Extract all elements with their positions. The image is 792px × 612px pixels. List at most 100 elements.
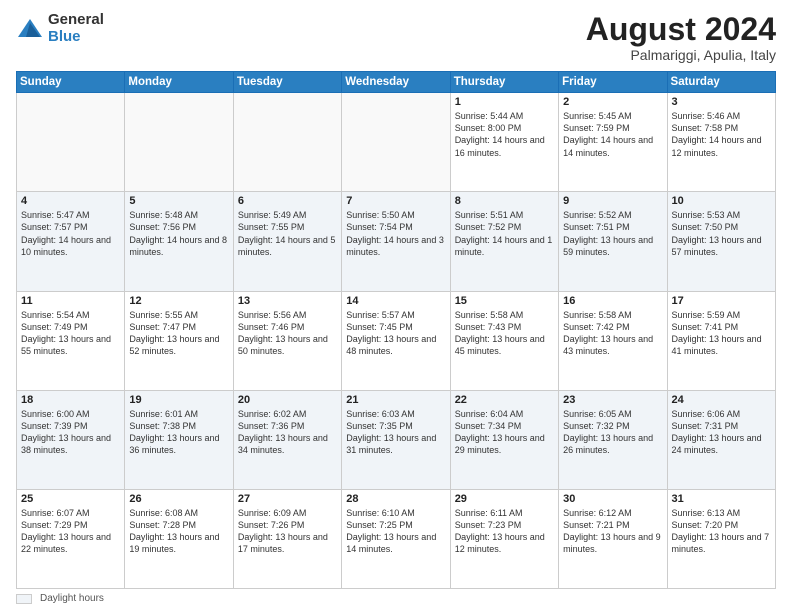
day-number: 25 xyxy=(21,493,120,505)
day-number: 11 xyxy=(21,295,120,307)
col-wednesday: Wednesday xyxy=(342,72,450,93)
day-info: Sunrise: 6:07 AM Sunset: 7:29 PM Dayligh… xyxy=(21,507,120,556)
day-info: Sunrise: 5:46 AM Sunset: 7:58 PM Dayligh… xyxy=(672,110,771,159)
day-number: 19 xyxy=(129,394,228,406)
day-info: Sunrise: 6:02 AM Sunset: 7:36 PM Dayligh… xyxy=(238,408,337,457)
table-row: 16 Sunrise: 5:58 AM Sunset: 7:42 PM Dayli… xyxy=(559,291,667,390)
table-row: 1 Sunrise: 5:44 AM Sunset: 8:00 PM Daylig… xyxy=(450,93,558,192)
day-info: Sunrise: 5:56 AM Sunset: 7:46 PM Dayligh… xyxy=(238,309,337,358)
header: General Blue August 2024 Palmariggi, Apu… xyxy=(16,12,776,63)
table-row: 13 Sunrise: 5:56 AM Sunset: 7:46 PM Dayli… xyxy=(233,291,341,390)
day-info: Sunrise: 5:44 AM Sunset: 8:00 PM Dayligh… xyxy=(455,110,554,159)
day-info: Sunrise: 5:47 AM Sunset: 7:57 PM Dayligh… xyxy=(21,209,120,258)
day-number: 4 xyxy=(21,195,120,207)
day-info: Sunrise: 5:53 AM Sunset: 7:50 PM Dayligh… xyxy=(672,209,771,258)
day-info: Sunrise: 5:51 AM Sunset: 7:52 PM Dayligh… xyxy=(455,209,554,258)
col-sunday: Sunday xyxy=(17,72,125,93)
day-info: Sunrise: 6:05 AM Sunset: 7:32 PM Dayligh… xyxy=(563,408,662,457)
table-row: 18 Sunrise: 6:00 AM Sunset: 7:39 PM Dayli… xyxy=(17,390,125,489)
title-block: August 2024 Palmariggi, Apulia, Italy xyxy=(586,12,776,63)
col-saturday: Saturday xyxy=(667,72,775,93)
day-info: Sunrise: 5:55 AM Sunset: 7:47 PM Dayligh… xyxy=(129,309,228,358)
day-number: 10 xyxy=(672,195,771,207)
table-row: 14Sunrise: 5:57 AM Sunset: 7:45 PM Dayli… xyxy=(342,291,450,390)
day-info: Sunrise: 6:11 AM Sunset: 7:23 PM Dayligh… xyxy=(455,507,554,556)
day-number: 12 xyxy=(129,295,228,307)
day-number: 15 xyxy=(455,295,554,307)
table-row: 26 Sunrise: 6:08 AM Sunset: 7:28 PM Dayli… xyxy=(125,489,233,588)
day-info: Sunrise: 5:58 AM Sunset: 7:42 PM Dayligh… xyxy=(563,309,662,358)
day-info: Sunrise: 6:06 AM Sunset: 7:31 PM Dayligh… xyxy=(672,408,771,457)
day-number: 1 xyxy=(455,96,554,108)
table-row xyxy=(233,93,341,192)
table-row: 6Sunrise: 5:49 AM Sunset: 7:55 PM Daylig… xyxy=(233,192,341,291)
table-row: 22 Sunrise: 6:04 AM Sunset: 7:34 PM Dayli… xyxy=(450,390,558,489)
logo-text: General Blue xyxy=(48,12,104,45)
table-row: 12 Sunrise: 5:55 AM Sunset: 7:47 PM Dayli… xyxy=(125,291,233,390)
calendar-week-4: 18 Sunrise: 6:00 AM Sunset: 7:39 PM Dayli… xyxy=(17,390,776,489)
table-row: 24 Sunrise: 6:06 AM Sunset: 7:31 PM Dayli… xyxy=(667,390,775,489)
table-row: 2 Sunrise: 5:45 AM Sunset: 7:59 PM Daylig… xyxy=(559,93,667,192)
col-monday: Monday xyxy=(125,72,233,93)
day-number: 31 xyxy=(672,493,771,505)
day-number: 8 xyxy=(455,195,554,207)
col-tuesday: Tuesday xyxy=(233,72,341,93)
day-number: 13 xyxy=(238,295,337,307)
table-row: 25 Sunrise: 6:07 AM Sunset: 7:29 PM Dayli… xyxy=(17,489,125,588)
generalblue-icon xyxy=(16,15,44,43)
day-info: Sunrise: 5:45 AM Sunset: 7:59 PM Dayligh… xyxy=(563,110,662,159)
table-row xyxy=(17,93,125,192)
calendar-week-1: 1 Sunrise: 5:44 AM Sunset: 8:00 PM Daylig… xyxy=(17,93,776,192)
day-number: 16 xyxy=(563,295,662,307)
day-info: Sunrise: 5:48 AM Sunset: 7:56 PM Dayligh… xyxy=(129,209,228,258)
day-info: Sunrise: 6:04 AM Sunset: 7:34 PM Dayligh… xyxy=(455,408,554,457)
day-number: 22 xyxy=(455,394,554,406)
table-row: 17Sunrise: 5:59 AM Sunset: 7:41 PM Dayli… xyxy=(667,291,775,390)
day-number: 7 xyxy=(346,195,445,207)
table-row: 28Sunrise: 6:10 AM Sunset: 7:25 PM Dayli… xyxy=(342,489,450,588)
day-info: Sunrise: 6:00 AM Sunset: 7:39 PM Dayligh… xyxy=(21,408,120,457)
day-info: Sunrise: 6:10 AM Sunset: 7:25 PM Dayligh… xyxy=(346,507,445,556)
table-row: 9Sunrise: 5:52 AM Sunset: 7:51 PM Daylig… xyxy=(559,192,667,291)
day-number: 9 xyxy=(563,195,662,207)
logo-general: General xyxy=(48,11,104,28)
table-row: 4 Sunrise: 5:47 AM Sunset: 7:57 PM Daylig… xyxy=(17,192,125,291)
day-number: 21 xyxy=(346,394,445,406)
day-number: 24 xyxy=(672,394,771,406)
table-row: 30 Sunrise: 6:12 AM Sunset: 7:21 PM Dayli… xyxy=(559,489,667,588)
table-row: 27 Sunrise: 6:09 AM Sunset: 7:26 PM Dayli… xyxy=(233,489,341,588)
day-number: 23 xyxy=(563,394,662,406)
calendar-week-2: 4 Sunrise: 5:47 AM Sunset: 7:57 PM Daylig… xyxy=(17,192,776,291)
table-row: 29 Sunrise: 6:11 AM Sunset: 7:23 PM Dayli… xyxy=(450,489,558,588)
logo-blue: Blue xyxy=(48,28,81,45)
day-info: Sunrise: 5:57 AM Sunset: 7:45 PM Dayligh… xyxy=(346,309,445,358)
day-number: 27 xyxy=(238,493,337,505)
day-info: Sunrise: 6:08 AM Sunset: 7:28 PM Dayligh… xyxy=(129,507,228,556)
month-year: August 2024 xyxy=(586,12,776,47)
calendar-table: Sunday Monday Tuesday Wednesday Thursday… xyxy=(16,71,776,589)
page: General Blue August 2024 Palmariggi, Apu… xyxy=(0,0,792,612)
day-number: 18 xyxy=(21,394,120,406)
day-number: 17 xyxy=(672,295,771,307)
day-number: 20 xyxy=(238,394,337,406)
day-number: 29 xyxy=(455,493,554,505)
table-row: 11Sunrise: 5:54 AM Sunset: 7:49 PM Dayli… xyxy=(17,291,125,390)
location: Palmariggi, Apulia, Italy xyxy=(586,47,776,63)
day-info: Sunrise: 6:09 AM Sunset: 7:26 PM Dayligh… xyxy=(238,507,337,556)
table-row: 21Sunrise: 6:03 AM Sunset: 7:35 PM Dayli… xyxy=(342,390,450,489)
day-info: Sunrise: 5:58 AM Sunset: 7:43 PM Dayligh… xyxy=(455,309,554,358)
table-row: 8 Sunrise: 5:51 AM Sunset: 7:52 PM Daylig… xyxy=(450,192,558,291)
day-info: Sunrise: 6:01 AM Sunset: 7:38 PM Dayligh… xyxy=(129,408,228,457)
day-number: 26 xyxy=(129,493,228,505)
day-info: Sunrise: 6:12 AM Sunset: 7:21 PM Dayligh… xyxy=(563,507,662,556)
day-number: 2 xyxy=(563,96,662,108)
table-row xyxy=(125,93,233,192)
day-info: Sunrise: 5:50 AM Sunset: 7:54 PM Dayligh… xyxy=(346,209,445,258)
day-number: 6 xyxy=(238,195,337,207)
calendar-week-3: 11Sunrise: 5:54 AM Sunset: 7:49 PM Dayli… xyxy=(17,291,776,390)
table-row: 23 Sunrise: 6:05 AM Sunset: 7:32 PM Dayli… xyxy=(559,390,667,489)
logo: General Blue xyxy=(16,12,104,45)
day-number: 30 xyxy=(563,493,662,505)
daylight-label: Daylight hours xyxy=(40,593,104,604)
daylight-legend-box xyxy=(16,594,32,604)
